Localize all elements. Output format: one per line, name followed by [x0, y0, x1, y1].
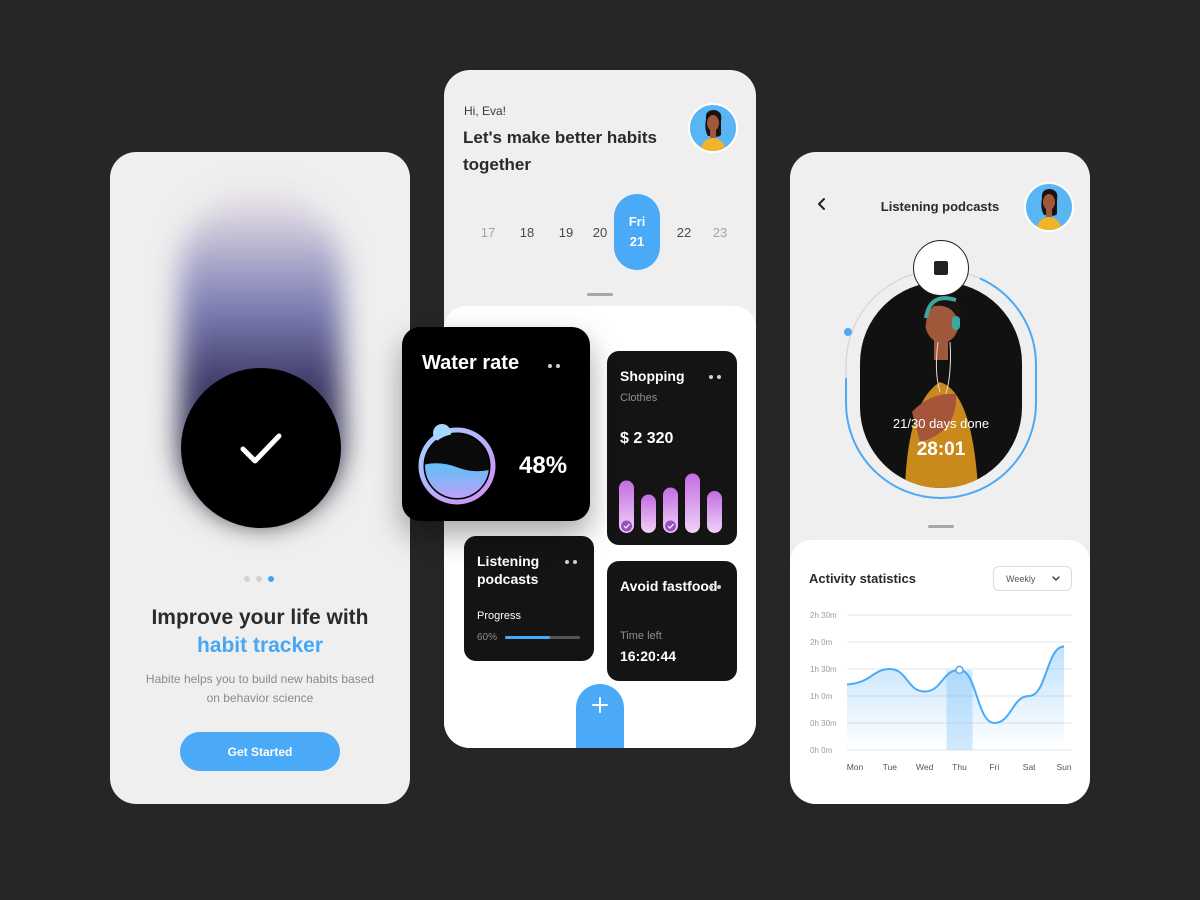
plus-icon [592, 697, 608, 713]
onboarding-headline-accent: habit tracker [196, 634, 324, 657]
onboarding-headline: Improve your life with [151, 606, 369, 629]
avatar-illustration [1036, 189, 1062, 230]
onboarding-description: Habite helps you to build new habits bas… [145, 672, 375, 705]
page-indicator [244, 576, 274, 582]
onboarding-screen: Improve your life with habit tracker Hab… [110, 152, 410, 804]
bar-check [665, 520, 676, 532]
progress-label: Progress [477, 610, 522, 622]
home-headline: Let's make better habits together [463, 128, 657, 174]
check-circle [181, 368, 341, 528]
add-habit-button[interactable] [574, 682, 626, 728]
stats-title: Activity statistics [809, 571, 916, 586]
podcasts-card[interactable]: Listening podcasts Progress 60% [464, 536, 594, 661]
date-strip: 17 18 19 20 Fri 21 22 23 [468, 194, 744, 270]
time-left-label: Time left [620, 630, 662, 642]
avatar-illustration [700, 110, 726, 151]
time-left-value: 16:20:44 [620, 648, 677, 664]
sheet-handle[interactable] [587, 293, 613, 296]
progress-track [505, 636, 580, 639]
shopping-bar [641, 494, 656, 533]
date-item-selected[interactable]: Fri 21 [614, 194, 660, 270]
page-dot[interactable] [256, 576, 262, 582]
y-tick-label: 0h 0m [810, 746, 833, 755]
get-started-button[interactable]: Get Started [180, 732, 340, 771]
bar-check [621, 520, 632, 532]
check-icon [240, 433, 282, 464]
timer-value: 28:01 [916, 439, 966, 460]
date-item[interactable]: 18 [507, 194, 547, 270]
shopping-amount: $ 2 320 [620, 430, 674, 447]
x-tick-label: Wed [916, 762, 934, 772]
fastfood-card[interactable]: Avoid fastfood Time left 16:20:44 [607, 561, 737, 681]
chevron-down-icon [1052, 576, 1060, 581]
more-icon[interactable] [565, 560, 577, 564]
page-dot[interactable] [244, 576, 250, 582]
x-tick-label: Sat [1023, 762, 1036, 772]
y-tick-label: 2h 30m [810, 611, 837, 620]
x-tick-label: Tue [883, 762, 898, 772]
shopping-subtitle: Clothes [620, 392, 658, 404]
activity-chart: 0h 0m 0h 30m 1h 0m 1h 30m 2h 0m 2h 30m Mon Tue W… [810, 611, 1072, 772]
date-item[interactable]: 17 [468, 194, 508, 270]
fastfood-title: Avoid fastfood [620, 578, 718, 594]
more-icon[interactable] [548, 364, 560, 368]
page-dot-active[interactable] [268, 576, 274, 582]
stop-button[interactable] [913, 240, 969, 296]
period-select[interactable]: Weekly [993, 566, 1072, 591]
shopping-bar [685, 473, 700, 533]
back-icon[interactable] [814, 196, 830, 212]
water-drop-icon [418, 424, 496, 505]
x-tick-label: Thu [952, 762, 967, 772]
water-percent: 48% [519, 452, 568, 479]
area-fill [847, 646, 1064, 750]
y-tick-label: 2h 0m [810, 638, 833, 647]
period-value: Weekly [1006, 573, 1036, 584]
shopping-bars [619, 473, 722, 533]
progress-knob[interactable] [844, 328, 852, 336]
date-item[interactable]: 23 [700, 194, 740, 270]
activity-statistics-panel: Activity statistics Weekly 0h 0m 0h 30m 1h… [790, 540, 1090, 804]
detail-title: Listening podcasts [880, 199, 1000, 214]
sheet-handle[interactable] [928, 525, 954, 528]
stop-icon [934, 261, 948, 275]
date-item[interactable]: 22 [664, 194, 704, 270]
data-point [955, 665, 964, 675]
shopping-bar [707, 491, 722, 533]
y-tick-label: 0h 30m [810, 719, 837, 728]
x-tick-label: Fri [989, 762, 999, 772]
days-done: 21/30 days done [892, 416, 990, 431]
x-tick-label: Sun [1056, 762, 1071, 772]
more-icon[interactable] [709, 375, 721, 379]
selected-day: Fri [628, 214, 646, 229]
avatar[interactable] [688, 103, 738, 153]
y-tick-label: 1h 30m [810, 665, 837, 674]
progress-text: 60% [477, 632, 498, 643]
greeting: Hi, Eva! [464, 104, 507, 118]
habit-detail-screen: Listening podcasts 21/30 days done 28:01 [790, 152, 1090, 804]
selected-date: 21 [629, 234, 645, 249]
more-icon[interactable] [709, 585, 721, 589]
water-rate-card[interactable]: Water rate 48% [402, 327, 590, 521]
x-tick-label: Mon [847, 762, 864, 772]
water-title: Water rate [422, 352, 520, 374]
avatar[interactable] [1024, 182, 1074, 232]
shopping-card[interactable]: Shopping Clothes $ 2 320 [607, 351, 737, 545]
shopping-title: Shopping [620, 368, 685, 384]
podcasts-title: Listening podcasts [477, 553, 540, 587]
progress-fill [505, 636, 550, 639]
y-tick-label: 1h 0m [810, 692, 833, 701]
